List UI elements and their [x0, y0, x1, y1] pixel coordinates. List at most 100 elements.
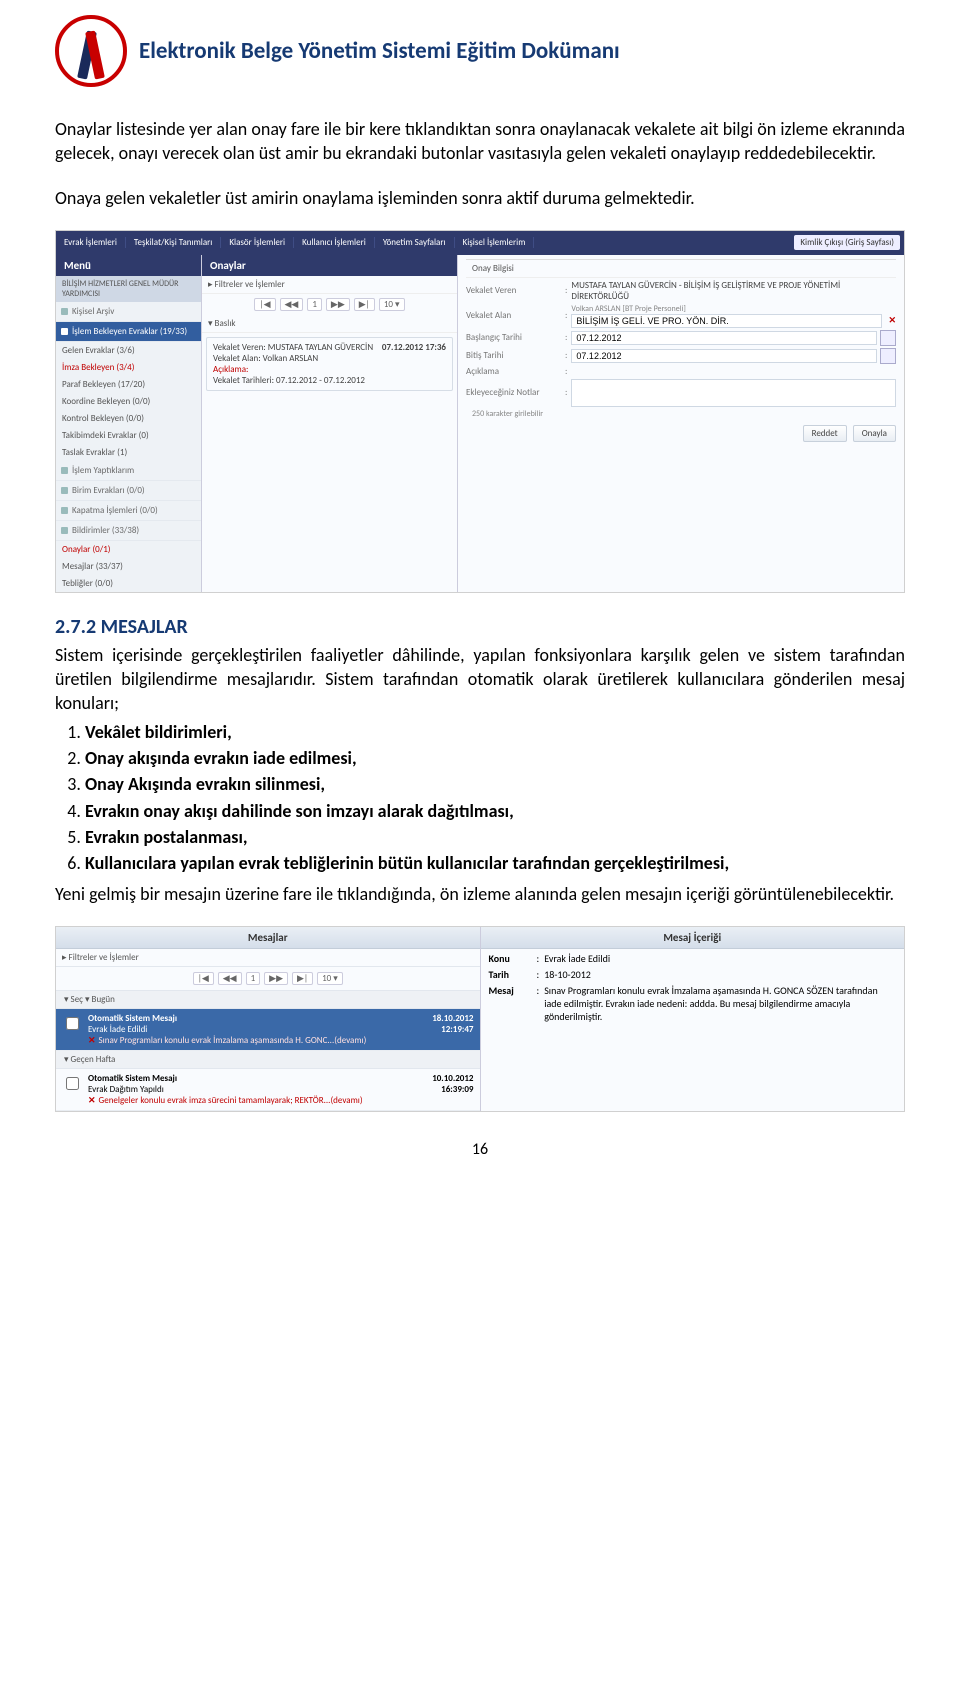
group-header[interactable]: ▾ Seç ▾ Bugün [56, 991, 480, 1009]
sidebar-subitem[interactable]: Kontrol Bekleyen (0/0) [56, 410, 201, 427]
field-label: Bitiş Tarihi [466, 350, 561, 361]
card-line: Açıklama: [213, 364, 446, 375]
sidebar-subitem[interactable]: Mesajlar (33/37) [56, 558, 201, 575]
sidebar-subitem[interactable]: Paraf Bekleyen (17/20) [56, 376, 201, 393]
msg-date: 18.10.2012 [404, 1013, 474, 1024]
topnav-item[interactable]: Yönetim Sayfaları [375, 237, 455, 248]
card-line: Vekalet Alan: Volkan ARSLAN [213, 353, 446, 364]
list-item: Onay akışında evrakın iade edilmesi, [85, 747, 357, 769]
pager-next[interactable]: ▶▶ [326, 298, 350, 311]
detail-label: Konu [489, 952, 537, 965]
pager-size[interactable]: 10 ▾ [317, 972, 343, 985]
message-row[interactable]: Otomatik Sistem Mesajı Evrak Dağıtım Yap… [56, 1069, 480, 1111]
pager-next[interactable]: ▶▶ [264, 972, 288, 985]
filters-toggle[interactable]: ▸ Filtreler ve İşlemler [202, 276, 457, 294]
topnav-item[interactable]: Teşkilat/Kişi Tanımları [126, 237, 221, 248]
field-label: Başlangıç Tarihi [466, 332, 561, 343]
paragraph: Onaylar listesinde yer alan onay fare il… [55, 117, 905, 166]
sidebar-item[interactable]: İşlem Bekleyen Evraklar (19/33) [56, 322, 201, 342]
pager-first[interactable]: |◀ [254, 298, 275, 311]
field-value: Volkan ARSLAN [BT Proje Personeli] [571, 304, 896, 314]
section-heading: 2.7.2 MESAJLAR [55, 615, 905, 639]
sidebar-subitem[interactable]: Tebliğler (0/0) [56, 575, 201, 592]
detail-header: Onay Bilgisi [466, 259, 896, 278]
char-limit-note: 250 karakter girilebilir [472, 409, 896, 419]
menu-header: Menü [56, 255, 201, 276]
pager-page[interactable]: 1 [307, 298, 322, 311]
remove-icon[interactable]: ✕ [888, 315, 896, 326]
sidebar-item[interactable]: İşlem Yaptıklarım [56, 461, 201, 481]
detail-value: Evrak İade Edildi [544, 952, 896, 965]
msg-preview: Sınav Programları konulu evrak İmzalama … [99, 1035, 367, 1046]
field-value: MUSTAFA TAYLAN GÜVERCİN - BİLİŞİM İŞ GEL… [571, 280, 896, 302]
row-checkbox[interactable] [66, 1017, 79, 1030]
detail-label: Mesaj [489, 984, 537, 1023]
alert-icon: ✕ [88, 1095, 96, 1106]
list-header: Onaylar [202, 255, 457, 276]
pager-prev[interactable]: ◀◀ [218, 972, 242, 985]
list-item: Evrakın onay akışı dahilinde son imzayı … [85, 800, 514, 822]
calendar-icon[interactable] [880, 348, 896, 364]
recipient-input[interactable] [571, 314, 882, 328]
messages-header: Mesajlar [56, 927, 480, 949]
screenshot-messages: Mesajlar ▸ Filtreler ve İşlemler |◀ ◀◀ 1… [55, 926, 905, 1112]
screenshot-approvals: Evrak İşlemleri Teşkilat/Kişi Tanımları … [55, 230, 905, 593]
msg-subject: Evrak Dağıtım Yapıldı [88, 1084, 398, 1095]
topnav-item[interactable]: Kişisel İşlemlerim [455, 237, 535, 248]
pager-prev[interactable]: ◀◀ [280, 298, 304, 311]
field-label: Vekalet Alan [466, 310, 561, 321]
message-row[interactable]: Otomatik Sistem Mesajı Evrak İade Edildi… [56, 1009, 480, 1051]
paragraph: Onaya gelen vekaletler üst amirin onayla… [55, 186, 905, 210]
section-toggle[interactable]: ▾ Baslık [202, 315, 457, 333]
start-date-input[interactable] [571, 331, 877, 345]
notes-input[interactable] [571, 379, 896, 407]
pager-size[interactable]: 10 ▾ [379, 298, 405, 311]
detail-label: Tarih [489, 968, 537, 981]
pager-page[interactable]: 1 [246, 972, 261, 985]
card-date: 07.12.2012 17:36 [382, 342, 446, 353]
pager-last[interactable]: ▶| [354, 298, 375, 311]
logo [55, 15, 127, 87]
reject-button[interactable]: Reddet [803, 425, 847, 442]
msg-time: 16:39:09 [404, 1084, 474, 1095]
msg-date: 10.10.2012 [404, 1073, 474, 1084]
sidebar-item[interactable]: Kapatma İşlemleri (0/0) [56, 501, 201, 521]
end-date-input[interactable] [571, 349, 877, 363]
topnav-item[interactable]: Klasör İşlemleri [221, 237, 294, 248]
numbered-list: Vekâlet bildirimleri, Onay akışında evra… [55, 720, 905, 876]
list-item: Evrakın postalanması, [85, 826, 248, 848]
sidebar-subitem[interactable]: Koordine Bekleyen (0/0) [56, 393, 201, 410]
calendar-icon[interactable] [880, 330, 896, 346]
approval-card[interactable]: 07.12.2012 17:36 Vekalet Veren: MUSTAFA … [206, 337, 453, 391]
sidebar-subitem[interactable]: Taslak Evraklar (1) [56, 444, 201, 461]
field-label: Vekalet Veren [466, 285, 561, 296]
group-header[interactable]: ▾ Geçen Hafta [56, 1051, 480, 1069]
field-label: Açıklama [466, 366, 561, 377]
detail-value: 18-10-2012 [544, 968, 896, 981]
msg-time: 12:19:47 [404, 1024, 474, 1035]
page-title: Elektronik Belge Yönetim Sistemi Eğitim … [139, 37, 620, 65]
filters-toggle[interactable]: ▸ Filtreler ve İşlemler [56, 949, 480, 967]
paragraph: Yeni gelmiş bir mesajın üzerine fare ile… [55, 882, 905, 906]
card-line: Vekalet Tarihleri: 07.12.2012 - 07.12.20… [213, 375, 446, 386]
logout-button[interactable]: Kimlik Çıkışı (Giriş Sayfası) [794, 235, 900, 250]
paragraph: Sistem içerisinde gerçekleştirilen faali… [55, 643, 905, 716]
list-item: Kullanıcılara yapılan evrak tebliğlerini… [85, 852, 729, 874]
sidebar-subitem[interactable]: Onaylar (0/1) [56, 541, 201, 558]
msg-preview: Genelgeler konulu evrak imza sürecini ta… [99, 1095, 363, 1106]
sidebar-item[interactable]: Bildirimler (33/38) [56, 521, 201, 541]
detail-header: Mesaj İçeriği [481, 927, 905, 949]
pager-last[interactable]: ▶| [292, 972, 313, 985]
sidebar-subitem[interactable]: İmza Bekleyen (3/4) [56, 359, 201, 376]
sidebar-item[interactable]: Kişisel Arşiv [56, 302, 201, 322]
row-checkbox[interactable] [66, 1077, 79, 1090]
sidebar-subitem[interactable]: Gelen Evraklar (3/6) [56, 342, 201, 359]
sidebar-item[interactable]: Birim Evrakları (0/0) [56, 481, 201, 501]
pager-first[interactable]: |◀ [193, 972, 214, 985]
topnav-item[interactable]: Evrak İşlemleri [56, 237, 126, 248]
sidebar-subitem[interactable]: Takibimdeki Evraklar (0) [56, 427, 201, 444]
list-item: Onay Akışında evrakın silinmesi, [85, 773, 325, 795]
topnav-item[interactable]: Kullanıcı İşlemleri [294, 237, 375, 248]
detail-value: Sınav Programları konulu evrak İmzalama … [544, 984, 896, 1023]
approve-button[interactable]: Onayla [853, 425, 896, 442]
